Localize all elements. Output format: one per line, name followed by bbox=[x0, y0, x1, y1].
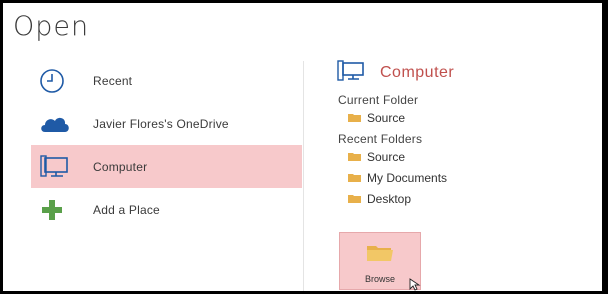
recent-folders-title: Recent Folders bbox=[338, 132, 423, 146]
folder-icon bbox=[348, 148, 361, 166]
folder-label: Source bbox=[367, 110, 406, 125]
place-recent[interactable]: Recent bbox=[31, 59, 302, 102]
place-onedrive[interactable]: Javier Flores's OneDrive bbox=[31, 102, 302, 145]
panel-divider bbox=[303, 61, 304, 291]
places-list: Recent Javier Flores's OneDrive Computer bbox=[31, 59, 302, 231]
right-panel-title: Computer bbox=[380, 64, 455, 81]
current-folder-title: Current Folder bbox=[338, 93, 419, 107]
current-folder-item[interactable]: Source bbox=[336, 107, 596, 128]
place-label: Javier Flores's OneDrive bbox=[93, 116, 229, 131]
folder-icon bbox=[348, 190, 361, 208]
clock-icon bbox=[39, 66, 75, 96]
right-panel-heading: Computer bbox=[336, 59, 596, 87]
page-title: Open bbox=[13, 11, 90, 42]
place-computer[interactable]: Computer bbox=[31, 145, 302, 188]
place-label: Computer bbox=[93, 159, 148, 174]
browse-label: Browse bbox=[364, 274, 395, 284]
mouse-pointer-icon bbox=[409, 278, 421, 291]
computer-icon bbox=[39, 152, 75, 182]
plus-icon bbox=[39, 195, 75, 225]
cloud-icon bbox=[39, 109, 75, 139]
place-add[interactable]: Add a Place bbox=[31, 188, 302, 231]
folder-icon bbox=[348, 169, 361, 187]
place-label: Recent bbox=[93, 73, 133, 88]
folder-icon bbox=[348, 109, 361, 127]
folder-icon bbox=[367, 243, 393, 266]
folder-label: Desktop bbox=[367, 191, 412, 206]
folder-label: Source bbox=[367, 149, 406, 164]
folder-label: My Documents bbox=[367, 170, 448, 185]
place-label: Add a Place bbox=[93, 202, 160, 217]
recent-folder-item[interactable]: My Documents bbox=[336, 167, 596, 188]
open-backstage-window: Open Recent Javier Flores's OneDrive Com… bbox=[3, 3, 602, 291]
right-panel: Computer Current Folder Source Recent Fo… bbox=[336, 59, 596, 209]
computer-icon bbox=[336, 59, 366, 87]
recent-folder-item[interactable]: Source bbox=[336, 146, 596, 167]
recent-folder-item[interactable]: Desktop bbox=[336, 188, 596, 209]
